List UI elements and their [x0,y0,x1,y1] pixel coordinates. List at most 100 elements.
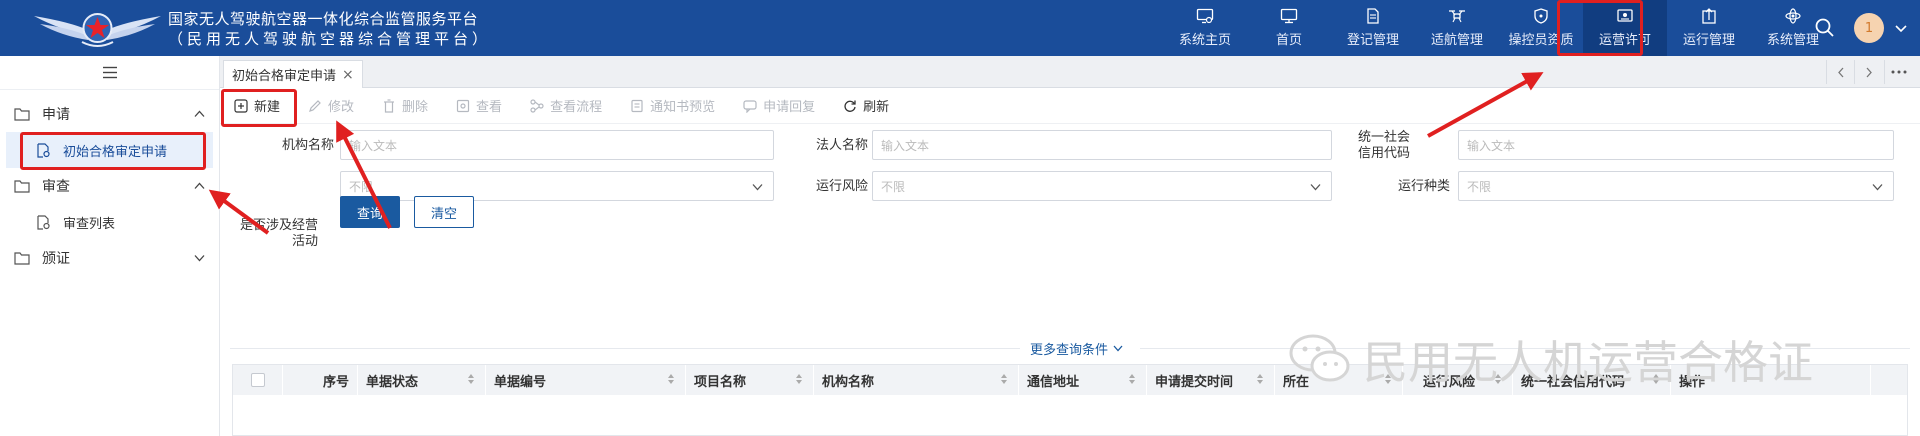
button-label: 修改 [328,100,355,115]
sidebar-group-issue[interactable]: 颁证 [0,240,219,276]
sidebar-item-review-list[interactable]: 审查列表 [0,204,219,240]
nav-system-home[interactable]: 系统主页 [1163,0,1247,56]
chevron-down-icon [1113,345,1123,352]
sidebar-group-label: 颁证 [42,251,70,267]
chevron-down-icon[interactable] [1894,23,1908,33]
document-icon [1367,8,1379,24]
search-icon[interactable] [1814,17,1836,39]
edit-button[interactable]: 修改 [304,91,358,121]
platform-title-line1: 国家无人驾驶航空器一体化综合监管服务平台 [168,10,479,28]
nav-airworthiness[interactable]: 适航管理 [1415,0,1499,56]
reply-button[interactable]: 申请回复 [739,91,819,121]
select-value: 不限 [881,179,906,194]
tab-initial-certification[interactable]: 初始合格审定申请 × [223,60,363,88]
top-nav: 系统主页 首页 登记管理 适航管理 操控员资质 运营许可 运行管理 系统管理 [1163,0,1835,56]
nav-label: 运行管理 [1682,33,1735,48]
folder-icon [14,108,30,121]
column-header-status[interactable]: 单据状态 [358,365,486,395]
sidebar-group-apply[interactable]: 申请 [0,96,219,132]
platform-title-line2: （民用无人驾驶航空器综合管理平台） [168,30,492,48]
operation-type-label: 运行种类 [1397,179,1450,194]
edit-icon [309,99,321,112]
monitor-icon [1280,8,1298,24]
query-button[interactable]: 查询 [340,196,400,228]
sort-icon [796,374,802,384]
column-label: 项目名称 [694,374,747,390]
operation-type-select[interactable]: 不限 [1458,171,1894,201]
more-dots-icon [1891,70,1906,74]
column-header: 序号 [283,365,358,395]
column-header-project[interactable]: 项目名称 [686,365,814,395]
select-value: 不限 [349,179,374,194]
nav-operation-management[interactable]: 运行管理 [1667,0,1751,56]
column-header-submit-time[interactable]: 申请提交时间 [1147,365,1275,395]
shield-icon [1534,8,1548,24]
sort-icon [1257,374,1263,384]
refresh-icon [844,100,856,112]
business-activity-label: 是否涉及经营活动 [239,218,318,249]
select-all-checkbox[interactable] [250,373,265,387]
business-activity-select[interactable]: 不限 [340,171,774,201]
org-name-input[interactable]: 输入文本 [340,130,774,160]
search-form: 机构名称 输入文本 法人名称 输入文本 统一社会信用代码 输入文本 是否涉及经营… [220,124,1920,261]
toolbar: 新建 修改 删除 查看 查看流程 通知书预览 申请回复 刷新 [220,88,1920,124]
select-all-cell [233,365,283,395]
risk-select[interactable]: 不限 [872,171,1332,201]
menu-toggle[interactable] [0,56,219,90]
hamburger-icon [102,66,117,79]
notice-icon [631,99,643,112]
atom-icon [1785,8,1801,24]
notice-preview-button[interactable]: 通知书预览 [626,91,719,121]
chevron-up-icon [194,182,205,189]
chevron-down-icon [194,255,205,262]
nav-registration[interactable]: 登记管理 [1331,0,1415,56]
tab-more[interactable] [1884,60,1912,84]
select-value: 不限 [1467,179,1492,194]
sidebar-item-label: 审查列表 [63,216,116,232]
nav-label: 系统管理 [1766,33,1819,48]
sidebar: 申请 初始合格审定申请 审查 审查列表 颁证 [0,56,220,436]
chat-icon [743,99,757,113]
nav-home[interactable]: 首页 [1247,0,1331,56]
legal-rep-input[interactable]: 输入文本 [872,130,1332,160]
tab-scroll-left[interactable] [1826,60,1854,84]
button-label: 查看流程 [550,100,603,115]
tab-label: 初始合格审定申请 [232,69,337,84]
delete-button[interactable]: 删除 [378,91,432,121]
view-icon [456,99,470,112]
sidebar-group-review[interactable]: 审查 [0,168,219,204]
flow-icon [530,98,544,113]
more-conditions-toggle[interactable]: 更多查询条件 [1030,339,1123,358]
refresh-button[interactable]: 刷新 [839,91,893,121]
chevron-up-icon [194,110,205,117]
org-name-label: 机构名称 [281,138,334,153]
credit-code-label: 统一社会信用代码 [1357,130,1410,161]
chevron-left-icon [1837,67,1843,77]
button-label: 申请回复 [763,100,816,115]
chevron-down-icon [1872,184,1883,191]
chevron-right-icon [1866,67,1872,77]
clear-button[interactable]: 清空 [414,196,474,228]
credit-code-input[interactable]: 输入文本 [1458,130,1894,160]
view-flow-button[interactable]: 查看流程 [526,91,606,121]
sort-icon [668,374,674,384]
column-header-org[interactable]: 机构名称 [814,365,1019,395]
nav-label: 首页 [1275,33,1302,48]
button-label: 刷新 [863,100,890,115]
view-button[interactable]: 查看 [452,91,506,121]
nav-label: 系统主页 [1178,33,1231,48]
more-conditions-label: 更多查询条件 [1030,343,1109,358]
tab-scroll-right[interactable] [1854,60,1882,84]
avatar[interactable]: 1 [1854,13,1884,43]
wechat-icon [1289,334,1350,381]
sidebar-group-label: 审查 [42,179,70,195]
folder-icon [14,180,30,193]
close-icon[interactable]: × [342,67,354,83]
column-header-address[interactable]: 通信地址 [1019,365,1147,395]
column-label: 机构名称 [822,374,875,390]
divider [230,348,1020,349]
column-header-doc-number[interactable]: 单据编号 [486,365,686,395]
sidebar-group-label: 申请 [42,107,70,123]
watermark-text: 民用无人机运营合格证 [1363,336,1814,389]
trash-icon [384,98,395,113]
